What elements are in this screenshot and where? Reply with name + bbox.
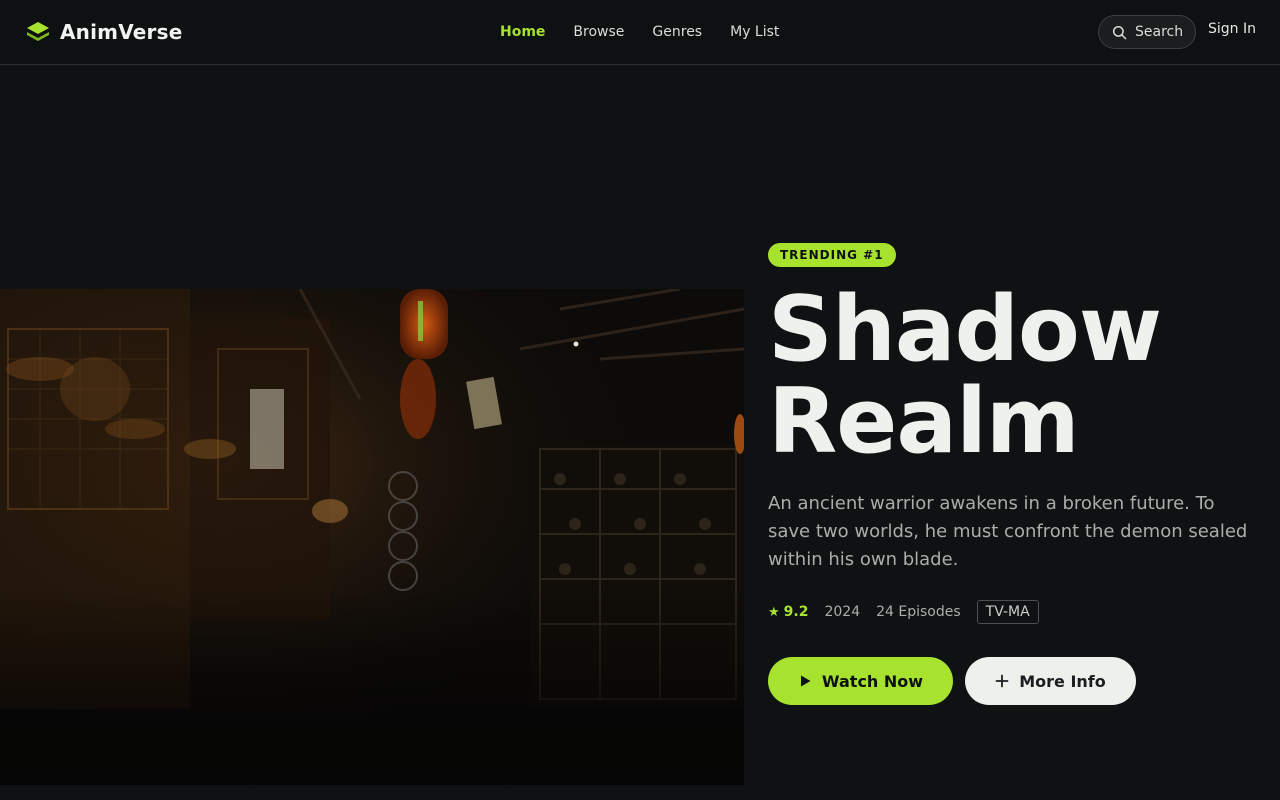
search-icon [1112,25,1127,39]
main-nav: Home Browse Genres My List [500,21,807,43]
more-info-label: More Info [1019,671,1106,691]
hero-title: Shadow Realm [768,284,1268,468]
hero-image [0,289,744,785]
rating-value: 9.2 [783,604,809,620]
watch-now-label: Watch Now [821,671,924,691]
brand-logo[interactable]: AnimVerse [26,18,183,46]
brand-name: AnimVerse [60,20,183,44]
episode-count: 24 Episodes [876,604,961,620]
age-rating-badge: TV-MA [976,600,1039,624]
hero-title-line-2: Realm [768,369,1080,474]
hero-alley-illustration [0,289,744,785]
search-button[interactable]: Search [1098,15,1196,49]
nav-browse[interactable]: Browse [573,24,624,40]
logo-icon [27,22,49,41]
sign-in-link[interactable]: Sign In [1208,21,1256,37]
watch-now-button[interactable]: Watch Now [768,657,953,705]
rating: ★ 9.2 [768,604,808,620]
top-navbar: AnimVerse Home Browse Genres My List Sea… [0,0,1280,65]
hero-description: An ancient warrior awakens in a broken f… [768,493,1248,570]
hero-title-line-1: Shadow [768,277,1162,382]
trending-badge: TRENDING #1 [768,243,896,267]
nav-my-list[interactable]: My List [730,24,779,40]
plus-icon [995,674,1009,688]
more-info-button[interactable]: More Info [965,657,1136,705]
release-year: 2024 [824,604,861,620]
hero-meta: ★ 9.2 2024 24 Episodes TV-MA [768,599,1039,625]
play-icon [800,675,811,687]
nav-home[interactable]: Home [500,24,545,40]
nav-genres[interactable]: Genres [652,24,702,40]
star-icon: ★ [768,605,780,620]
search-label: Search [1135,24,1184,40]
